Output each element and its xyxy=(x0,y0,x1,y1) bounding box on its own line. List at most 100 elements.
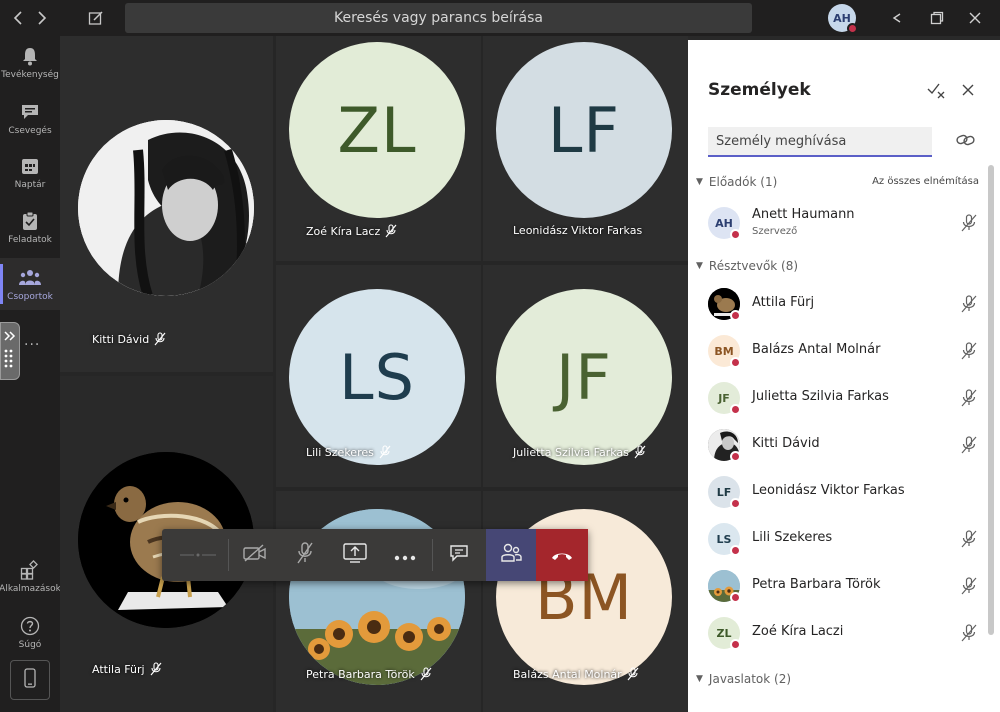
teams-icon xyxy=(19,267,41,289)
presence-busy-icon xyxy=(730,498,741,509)
more-actions-button[interactable] xyxy=(380,529,430,581)
rail-item-apps[interactable]: Alkalmazások xyxy=(0,550,61,602)
participant-name-text: Leonidász Viktor Farkas xyxy=(513,224,643,237)
video-tile[interactable]: Petra Barbara Török xyxy=(276,491,481,712)
participant-name-text: Petra Barbara Török xyxy=(306,667,415,681)
rail-label: Alkalmazások xyxy=(0,583,61,594)
close-window-icon[interactable] xyxy=(962,6,988,30)
mic-off-icon[interactable] xyxy=(960,530,978,548)
mic-off-icon[interactable] xyxy=(960,295,978,313)
rail-item-calendar[interactable]: Naptár xyxy=(0,146,60,198)
mic-off-icon xyxy=(626,667,640,681)
panel-scrollbar[interactable] xyxy=(988,165,994,635)
presence-busy-icon xyxy=(730,357,741,368)
video-tile[interactable]: ZL Zoé Kíra Lacz xyxy=(276,36,481,261)
minimize-icon[interactable] xyxy=(884,6,910,30)
show-chat-button[interactable] xyxy=(434,529,484,581)
participant-name: Lili Szekeres xyxy=(752,530,833,545)
show-participants-button[interactable] xyxy=(486,529,536,581)
avatar-initials: JF xyxy=(718,391,730,405)
camera-toggle-button[interactable] xyxy=(230,529,280,581)
participant-avatar: JF xyxy=(496,289,672,465)
participant-name-text: Lili Szekeres xyxy=(306,445,374,459)
rail-item-help[interactable]: Súgó xyxy=(0,606,60,658)
search-input[interactable]: Keresés vagy parancs beírása xyxy=(125,3,752,33)
avatar-initials: AH xyxy=(715,216,733,230)
rail-label: Súgó xyxy=(18,639,42,650)
participant-role: Szervező xyxy=(752,226,798,237)
presence-busy-icon xyxy=(730,404,741,415)
mic-off-icon[interactable] xyxy=(960,436,978,454)
participant-name: Anett Haumann xyxy=(752,207,855,222)
participant-row[interactable]: Petra Barbara Török xyxy=(708,566,978,606)
avatar-initials: ZL xyxy=(716,626,732,640)
back-icon[interactable] xyxy=(6,6,30,30)
video-tile[interactable]: BM Balázs Antal Molnár xyxy=(483,491,688,712)
device-button[interactable] xyxy=(10,660,50,700)
rail-label: Feladatok xyxy=(8,234,52,245)
share-icon xyxy=(343,543,367,567)
camera-off-icon xyxy=(243,544,267,566)
presence-busy-icon xyxy=(730,592,741,603)
chat-icon xyxy=(19,101,41,123)
attendees-section-header[interactable]: ▼ Résztvevők (8) xyxy=(696,259,798,273)
mic-toggle-button[interactable] xyxy=(280,529,330,581)
participant-row[interactable]: Kitti Dávid xyxy=(708,425,978,465)
avatar-initials: BM xyxy=(714,344,734,358)
maximize-icon[interactable] xyxy=(924,6,950,30)
video-tile[interactable]: LS Lili Szekeres xyxy=(276,265,481,487)
rail-item-activity[interactable]: Tevékenység xyxy=(0,36,60,88)
mic-off-icon xyxy=(149,662,163,676)
dialpad-handle[interactable] xyxy=(0,322,20,380)
participant-row[interactable]: BM Balázs Antal Molnár xyxy=(708,331,978,371)
mic-off-icon[interactable] xyxy=(960,577,978,595)
participant-row[interactable]: LS Lili Szekeres xyxy=(708,519,978,559)
avatar-initials: LF xyxy=(716,485,732,499)
mic-off-icon xyxy=(419,667,433,681)
participant-name-text: Attila Fürj xyxy=(92,662,145,676)
section-label: Résztvevők (8) xyxy=(708,259,799,273)
rail-label: Naptár xyxy=(14,179,46,190)
participant-name: Petra Barbara Török xyxy=(306,667,433,681)
chat-icon xyxy=(449,544,469,566)
close-panel-icon[interactable] xyxy=(958,80,978,100)
share-link-icon[interactable] xyxy=(956,132,978,152)
presenters-section-header[interactable]: ▼ Előadók (1) xyxy=(696,175,777,189)
participant-name: Zoé Kíra Lacz xyxy=(306,224,398,238)
mic-off-icon[interactable] xyxy=(960,389,978,407)
share-screen-button[interactable] xyxy=(330,529,380,581)
participant-row[interactable]: JF Julietta Szilvia Farkas xyxy=(708,378,978,418)
participant-name: Leonidász Viktor Farkas xyxy=(752,483,905,498)
participant-row[interactable]: AH Anett Haumann Szervező xyxy=(708,203,978,243)
suggestions-section-header[interactable]: ▼ Javaslatok (2) xyxy=(696,672,791,686)
mic-off-icon[interactable] xyxy=(960,214,978,232)
rail-item-tasks[interactable]: Feladatok xyxy=(0,201,60,253)
teams-window: Keresés vagy parancs beírása AH Tevékeny… xyxy=(0,0,1000,712)
video-tile[interactable]: JF Julietta Szilvia Farkas xyxy=(483,265,688,487)
participant-row[interactable]: LF Leonidász Viktor Farkas xyxy=(708,472,978,512)
more-apps-button[interactable]: ... xyxy=(24,333,40,349)
hang-up-button[interactable] xyxy=(536,529,588,581)
participant-initials: JF xyxy=(556,340,612,414)
rail-item-chat[interactable]: Csevegés xyxy=(0,92,60,144)
participant-row[interactable]: ZL Zoé Kíra Laczi xyxy=(708,613,978,653)
people-panel: Személyek ▼ Előadók (1) Az összes elnémí… xyxy=(688,40,1000,712)
manage-permissions-icon[interactable] xyxy=(926,80,946,100)
rail-item-teams[interactable]: Csoportok xyxy=(0,258,60,310)
participant-name: Kitti Dávid xyxy=(752,436,820,451)
video-tile[interactable]: Kitti Dávid xyxy=(60,36,273,372)
people-icon xyxy=(500,543,522,567)
compose-icon[interactable] xyxy=(84,6,108,30)
invite-person-input[interactable] xyxy=(708,127,932,157)
video-tile[interactable]: LF Leonidász Viktor Farkas xyxy=(483,36,688,261)
participant-row[interactable]: Attila Fürj xyxy=(708,284,978,324)
forward-icon[interactable] xyxy=(30,6,54,30)
mute-all-link[interactable]: Az összes elnémítása xyxy=(872,176,979,187)
panel-title: Személyek xyxy=(708,80,811,100)
avatar[interactable]: AH xyxy=(828,4,858,34)
bell-icon xyxy=(19,45,41,67)
title-bar: Keresés vagy parancs beírása AH xyxy=(0,0,1000,36)
mic-off-icon[interactable] xyxy=(960,624,978,642)
participant-avatar: ZL xyxy=(289,42,465,218)
mic-off-icon[interactable] xyxy=(960,342,978,360)
